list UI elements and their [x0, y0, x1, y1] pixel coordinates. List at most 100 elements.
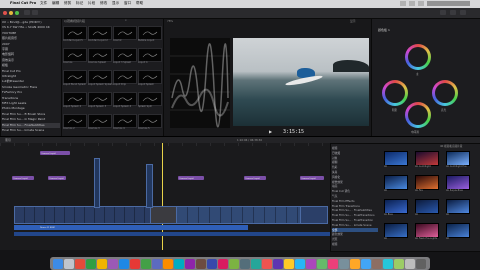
title-clip[interactable]: Cosmos Liquid	[12, 176, 34, 180]
master-color-wheel[interactable]	[405, 44, 431, 70]
sidebar-item[interactable]: Photo Montage	[2, 106, 60, 111]
dock-app-icon[interactable]	[240, 258, 250, 269]
import-button[interactable]	[24, 10, 30, 15]
sidebar-item[interactable]: 模板	[2, 63, 60, 68]
dock-app-icon[interactable]	[86, 258, 96, 269]
sidebar-item[interactable]: 电影旋转	[2, 52, 60, 57]
dock-app-icon[interactable]	[405, 258, 415, 269]
sidebar-item[interactable]: XX • Bind@...gde (HDR!!!)	[2, 20, 60, 25]
dock-app-icon[interactable]	[306, 258, 316, 269]
clip-thumbnail[interactable]	[88, 48, 112, 62]
effect-thumbnail[interactable]	[446, 199, 470, 214]
keyword-button[interactable]	[32, 10, 38, 15]
dock-app-icon[interactable]	[361, 258, 371, 269]
dock-app-icon[interactable]	[372, 258, 382, 269]
video-clip[interactable]	[150, 206, 178, 224]
menu-modify[interactable]: 修改	[100, 1, 107, 6]
clip-thumbnail[interactable]	[138, 48, 162, 62]
sidebar-item[interactable]: Lut的Presenter	[2, 79, 60, 84]
effect-thumbnail[interactable]	[446, 151, 470, 166]
shadows-color-wheel[interactable]	[382, 80, 408, 106]
effect-thumbnail[interactable]	[384, 223, 408, 238]
audio-clip[interactable]: Drone-11 BGM	[14, 225, 248, 230]
effect-thumbnail[interactable]	[384, 199, 408, 214]
sidebar-item[interactable]: MFX Light Leaks	[2, 101, 60, 106]
dock-app-icon[interactable]	[75, 258, 85, 269]
effect-thumbnail[interactable]	[384, 151, 408, 166]
clip-thumbnail[interactable]	[113, 26, 137, 40]
clip-thumbnail[interactable]	[113, 92, 137, 106]
title-clip[interactable]: Cosmos Liquid	[48, 176, 66, 180]
title-clip[interactable]: Cosmos Liquid	[300, 176, 324, 180]
menu-view[interactable]: 显示	[112, 1, 119, 6]
dock-app-icon[interactable]	[295, 258, 305, 269]
menu-help[interactable]: 帮助	[136, 1, 143, 6]
audio-clip[interactable]	[14, 232, 332, 236]
dock-app-icon[interactable]	[163, 258, 173, 269]
effect-thumbnail[interactable]	[415, 175, 439, 190]
highlights-color-wheel[interactable]	[432, 80, 458, 106]
sidebar-item[interactable]: Final Film Su... kmete Scene	[2, 128, 60, 133]
dock-app-icon[interactable]	[130, 258, 140, 269]
sidebar-item[interactable]: 2007	[2, 42, 60, 47]
dock-app-icon[interactable]	[174, 258, 184, 269]
sidebar-item[interactable]: YOUTUBE	[2, 31, 60, 36]
dock-app-icon[interactable]	[350, 258, 360, 269]
clip-thumbnail[interactable]	[113, 70, 137, 84]
minimize-window-button[interactable]	[9, 11, 13, 15]
effect-thumbnail[interactable]	[446, 223, 470, 238]
clip-thumbnail[interactable]	[63, 70, 87, 84]
clip-thumbnail[interactable]	[63, 92, 87, 106]
menu-window[interactable]: 窗口	[124, 1, 131, 6]
clip-thumbnail[interactable]	[138, 92, 162, 106]
effect-thumbnail[interactable]	[446, 175, 470, 190]
dock-app-icon[interactable]	[416, 258, 426, 269]
clip-thumbnail[interactable]	[138, 70, 162, 84]
dock-app-icon[interactable]	[53, 258, 63, 269]
viewer-zoom[interactable]: 78%	[167, 19, 173, 23]
dock-app-icon[interactable]	[185, 258, 195, 269]
dock-app-icon[interactable]	[152, 258, 162, 269]
menu-clip[interactable]: 片段	[88, 1, 95, 6]
video-clip[interactable]	[300, 206, 328, 224]
title-clip[interactable]: Cosmos Liquid	[244, 176, 266, 180]
dock-app-icon[interactable]	[328, 258, 338, 269]
dock-app-icon[interactable]	[97, 258, 107, 269]
dock-app-icon[interactable]	[339, 258, 349, 269]
dock-app-icon[interactable]	[229, 258, 239, 269]
dock-app-icon[interactable]	[284, 258, 294, 269]
menu-file[interactable]: 文件	[40, 1, 47, 6]
effects-category-item[interactable]: 视频	[332, 242, 378, 247]
clip-thumbnail[interactable]	[138, 114, 162, 128]
index-button[interactable]: 索引	[5, 138, 11, 142]
layout-button[interactable]	[460, 10, 466, 15]
dock-app-icon[interactable]	[64, 258, 74, 269]
dock-app-icon[interactable]	[196, 258, 206, 269]
video-clip[interactable]	[176, 206, 302, 224]
browser-search-icon[interactable]: ⌕	[125, 18, 131, 22]
title-clip[interactable]: Cosmos Liquid	[178, 176, 204, 180]
sidebar-item[interactable]: 照片和音乐	[2, 36, 60, 41]
sidebar-item[interactable]: 字幕	[2, 47, 60, 52]
dock-app-icon[interactable]	[141, 258, 151, 269]
clip-thumbnail[interactable]	[88, 70, 112, 84]
share-button[interactable]	[440, 10, 446, 15]
clip-thumbnail[interactable]	[63, 114, 87, 128]
app-menu[interactable]: Final Cut Pro	[10, 1, 36, 5]
dock-app-icon[interactable]	[251, 258, 261, 269]
dock-app-icon[interactable]	[207, 258, 217, 269]
sidebar-item[interactable]: Ultralight	[2, 74, 60, 79]
effect-thumbnail[interactable]	[415, 199, 439, 214]
clip-thumbnail[interactable]	[113, 114, 137, 128]
clip-thumbnail[interactable]	[63, 48, 87, 62]
clip-thumbnail[interactable]	[113, 48, 137, 62]
connected-clip[interactable]	[146, 164, 153, 208]
dock-app-icon[interactable]	[383, 258, 393, 269]
effect-thumbnail[interactable]	[384, 175, 408, 190]
sidebar-item[interactable]: Transitions	[2, 96, 60, 101]
clip-thumbnail[interactable]	[63, 26, 87, 40]
play-button[interactable]: ▶	[269, 129, 272, 134]
sidebar-item[interactable]: VS 6.7 SW HSL • SCAN 4000 4K	[2, 25, 60, 30]
zoom-window-button[interactable]	[15, 11, 19, 15]
sidebar-item[interactable]: Final Cut Pro	[2, 69, 60, 74]
